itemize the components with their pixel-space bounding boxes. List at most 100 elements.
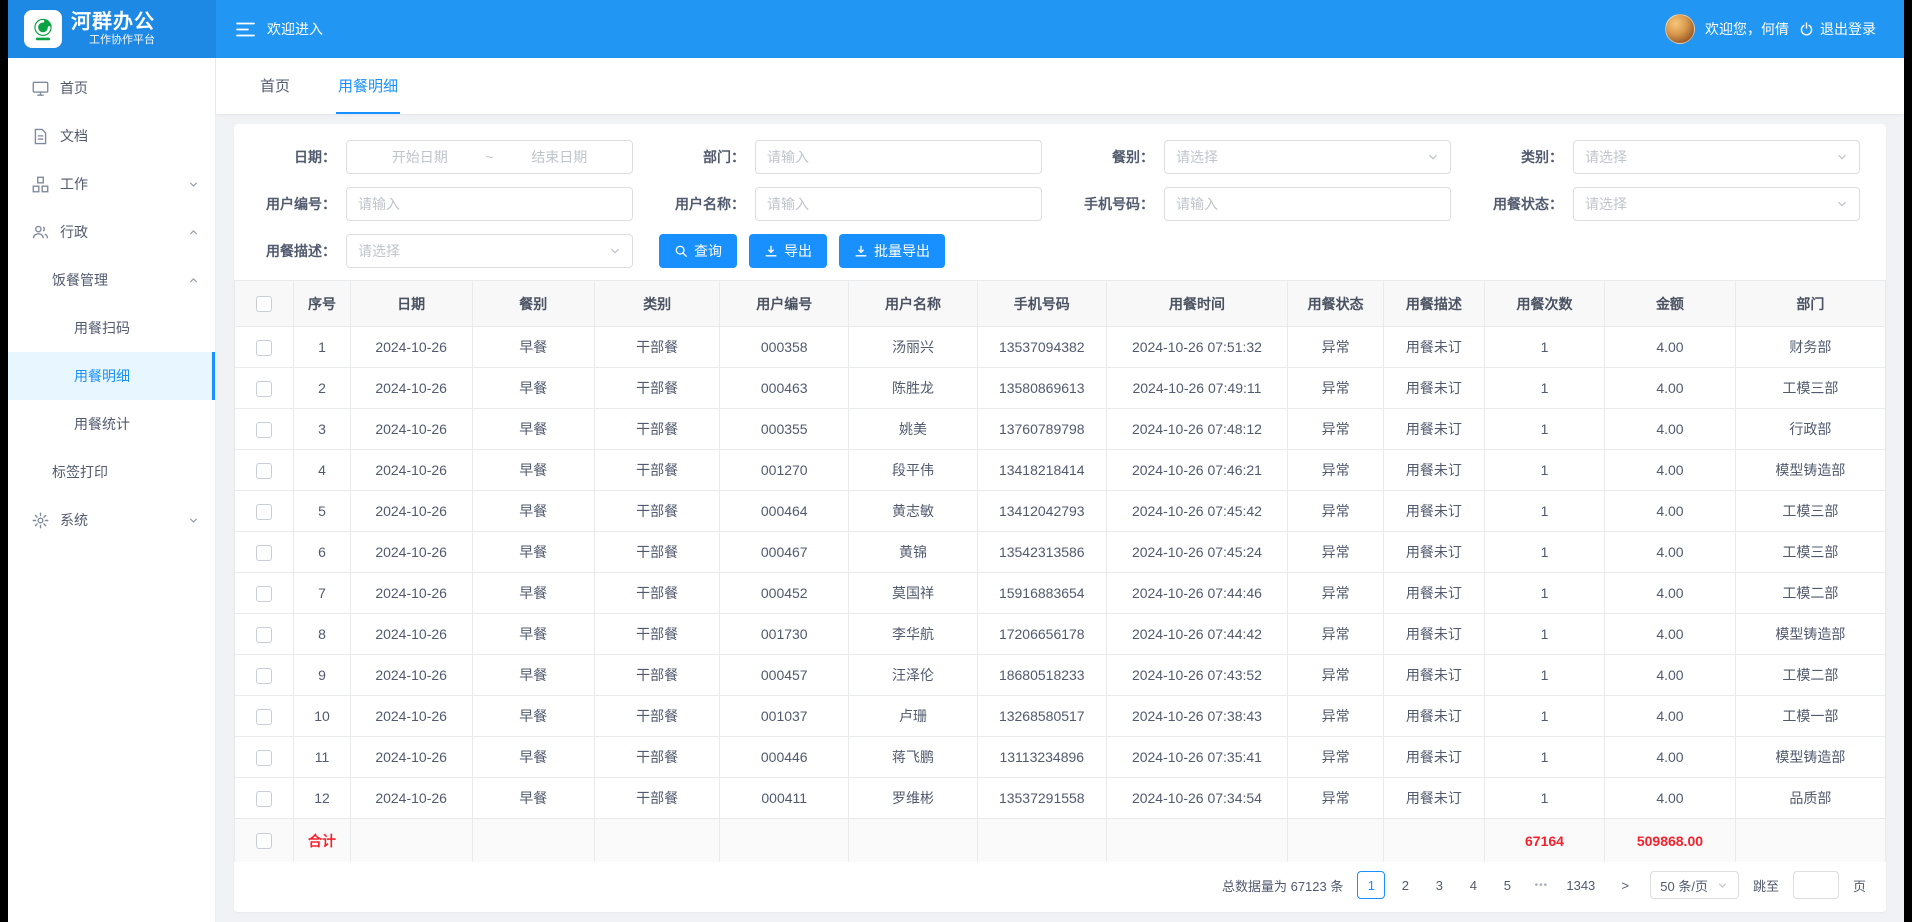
table-cell: 2024-10-26 07:45:24 <box>1106 532 1288 573</box>
chevron-down-icon <box>1836 151 1848 163</box>
home-icon <box>32 80 49 97</box>
row-checkbox[interactable] <box>256 340 272 356</box>
table-cell: 工模三部 <box>1735 368 1885 409</box>
chevron-up-icon <box>188 275 199 286</box>
page-button[interactable]: 2 <box>1391 871 1419 899</box>
table-cell: 早餐 <box>472 655 594 696</box>
table-cell: 用餐未订 <box>1384 327 1485 368</box>
people-icon <box>32 224 49 241</box>
row-checkbox[interactable] <box>256 791 272 807</box>
page-button[interactable]: 5 <box>1493 871 1521 899</box>
batch-export-button[interactable]: 批量导出 <box>839 234 945 268</box>
category-select[interactable]: 请选择 <box>1573 140 1860 174</box>
table-cell: 早餐 <box>472 409 594 450</box>
table-cell: 干部餐 <box>594 696 719 737</box>
meal-type-select[interactable]: 请选择 <box>1164 140 1451 174</box>
table-cell: 用餐未订 <box>1384 696 1485 737</box>
tab-meal-detail[interactable]: 用餐明细 <box>336 58 400 114</box>
sidebar-item-docs[interactable]: 文档 <box>8 112 215 160</box>
row-checkbox[interactable] <box>256 668 272 684</box>
table-cell: 干部餐 <box>594 491 719 532</box>
row-checkbox[interactable] <box>256 545 272 561</box>
filter-actions: 查询 导出 批量导出 <box>659 234 1860 268</box>
topbar: 河群办公 工作协作平台 欢迎进入 欢迎您，何倩 退出登录 <box>8 0 1904 58</box>
meal-desc-select[interactable]: 请选择 <box>346 234 633 268</box>
sidebar-item-meal-management[interactable]: 饭餐管理 <box>8 256 215 304</box>
select-all-checkbox[interactable] <box>256 296 272 312</box>
next-page-button[interactable]: > <box>1614 871 1636 899</box>
sidebar-item-meal-stats[interactable]: 用餐统计 <box>8 400 215 448</box>
meal-status-placeholder: 请选择 <box>1585 194 1627 214</box>
download-icon <box>854 244 868 258</box>
meal-status-select[interactable]: 请选择 <box>1573 187 1860 221</box>
document-icon <box>32 128 49 145</box>
sidebar-item-meal-detail[interactable]: 用餐明细 <box>8 352 215 400</box>
user-id-input[interactable] <box>346 187 633 221</box>
sidebar-item-admin[interactable]: 行政 <box>8 208 215 256</box>
column-header: 金额 <box>1605 281 1735 327</box>
table-cell: 异常 <box>1288 409 1384 450</box>
app-subtitle: 工作协作平台 <box>89 34 155 47</box>
sidebar-item-label: 饭餐管理 <box>52 270 108 290</box>
sidebar-item-work[interactable]: 工作 <box>8 160 215 208</box>
table-cell: 干部餐 <box>594 778 719 819</box>
row-checkbox[interactable] <box>256 422 272 438</box>
row-checkbox[interactable] <box>256 627 272 643</box>
table-cell: 工模三部 <box>1735 532 1885 573</box>
jump-page-input[interactable] <box>1793 871 1839 899</box>
chevron-up-icon <box>188 227 199 238</box>
sidebar-item-label: 文档 <box>60 126 88 146</box>
sidebar-item-label: 工作 <box>60 174 88 194</box>
column-header: 手机号码 <box>977 281 1106 327</box>
table-row: 122024-10-26早餐干部餐000411罗维彬13537291558202… <box>235 778 1886 819</box>
export-button-label: 导出 <box>784 241 812 261</box>
table-cell: 13412042793 <box>977 491 1106 532</box>
table-cell: 7 <box>294 573 350 614</box>
table-cell: 早餐 <box>472 573 594 614</box>
table-row: 32024-10-26早餐干部餐000355姚美137607897982024-… <box>235 409 1886 450</box>
page-button[interactable]: 4 <box>1459 871 1487 899</box>
row-checkbox[interactable] <box>256 586 272 602</box>
page-size-select[interactable]: 50 条/页 <box>1650 871 1739 899</box>
table-cell: 莫国祥 <box>849 573 978 614</box>
date-range-input[interactable]: 开始日期 ~ 结束日期 <box>346 140 633 174</box>
row-checkbox[interactable] <box>256 750 272 766</box>
page-button[interactable]: 1343 <box>1561 871 1600 899</box>
page-button[interactable]: 3 <box>1425 871 1453 899</box>
sidebar-item-system[interactable]: 系统 <box>8 496 215 544</box>
filter-user-name: 用户名称： <box>659 187 1042 221</box>
filter-category: 类别： 请选择 <box>1477 140 1860 174</box>
user-name-input[interactable] <box>755 187 1042 221</box>
query-button[interactable]: 查询 <box>659 234 737 268</box>
tab-home[interactable]: 首页 <box>258 58 292 114</box>
page-list: 12345•••1343 <box>1357 871 1600 899</box>
table-cell: 4.00 <box>1605 532 1735 573</box>
table-cell: 2024-10-26 <box>350 409 472 450</box>
phone-label: 手机号码： <box>1068 194 1164 214</box>
table-cell: 2024-10-26 <box>350 696 472 737</box>
phone-input[interactable] <box>1164 187 1451 221</box>
column-header: 部门 <box>1735 281 1885 327</box>
main-card: 日期： 开始日期 ~ 结束日期 部门： 餐别： <box>234 124 1886 912</box>
row-checkbox[interactable] <box>256 463 272 479</box>
table-cell: 2024-10-26 07:44:46 <box>1106 573 1288 614</box>
row-checkbox[interactable] <box>256 504 272 520</box>
department-input[interactable] <box>755 140 1042 174</box>
table-cell: 黄锦 <box>849 532 978 573</box>
category-placeholder: 请选择 <box>1585 147 1627 167</box>
sidebar-item-label: 标签打印 <box>52 462 108 482</box>
logout-button[interactable]: 退出登录 <box>1799 19 1876 39</box>
row-checkbox[interactable] <box>256 381 272 397</box>
select-all-cell <box>235 281 294 327</box>
sidebar-item-home[interactable]: 首页 <box>8 64 215 112</box>
row-checkbox[interactable] <box>256 709 272 725</box>
page-button[interactable]: 1 <box>1357 871 1385 899</box>
column-header: 日期 <box>350 281 472 327</box>
sidebar-item-label-print[interactable]: 标签打印 <box>8 448 215 496</box>
menu-collapse-icon[interactable] <box>236 22 255 37</box>
total-row-checkbox[interactable] <box>256 833 272 849</box>
table-cell: 早餐 <box>472 778 594 819</box>
export-button[interactable]: 导出 <box>749 234 827 268</box>
avatar[interactable] <box>1665 14 1695 44</box>
sidebar-item-meal-scan[interactable]: 用餐扫码 <box>8 304 215 352</box>
